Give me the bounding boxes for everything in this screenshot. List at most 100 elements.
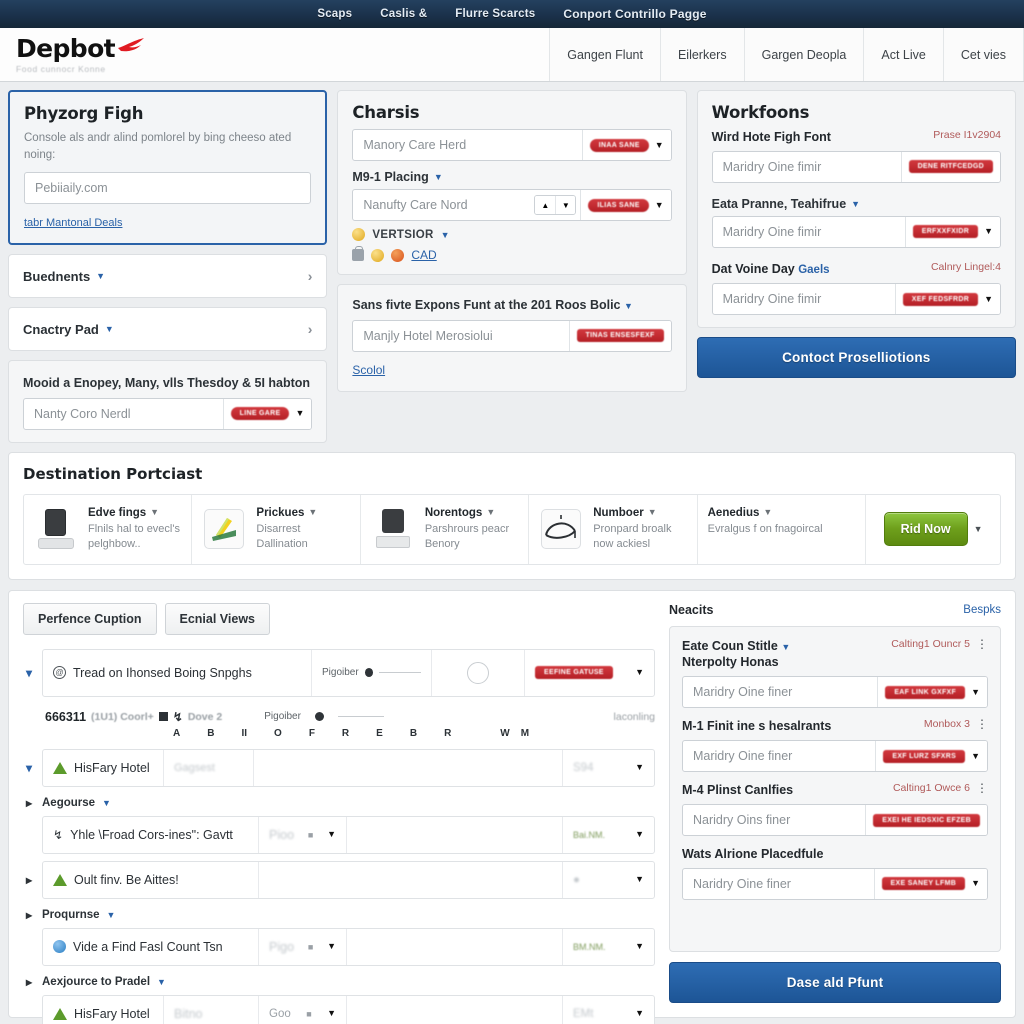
chevron-right-icon[interactable]: ▸ xyxy=(23,873,35,887)
chevron-down-icon[interactable]: ▼ xyxy=(781,642,790,652)
chevron-down-icon[interactable]: ▼ xyxy=(635,875,644,884)
chevron-down-icon[interactable]: ▼ xyxy=(157,977,166,987)
results-g1-input[interactable] xyxy=(683,677,878,708)
chevron-right-icon[interactable]: ▸ xyxy=(23,975,35,989)
nav-tab-act-live[interactable]: Act Live xyxy=(863,28,943,81)
sidebar-item-buednents[interactable]: Buednents ▼ › xyxy=(8,254,328,299)
chevron-down-icon[interactable]: ▼ xyxy=(971,751,980,761)
chevron-down-icon[interactable]: ▼ xyxy=(635,830,644,839)
chevron-down-icon[interactable]: ▼ xyxy=(434,172,443,182)
charsis-stepper[interactable]: ▲ ▼ xyxy=(534,195,577,215)
utility-link-caslis[interactable]: Caslis & xyxy=(380,8,427,20)
expons-funt-link[interactable]: Scolol xyxy=(352,363,385,377)
workfoons-f3-link[interactable]: Gaels xyxy=(798,264,829,276)
results-g2-addon[interactable]: EXF LURZ SFXRS ▼ xyxy=(875,741,987,772)
chevron-down-icon[interactable]: ▼ xyxy=(974,524,983,534)
workfoons-f1-input[interactable] xyxy=(712,151,901,182)
workfoons-f2-wrap[interactable]: ERFXXFXIDR ▼ xyxy=(711,215,1001,248)
phyzorg-more-link[interactable]: tabr Mantonal Deals xyxy=(24,217,122,229)
charsis-field1-input[interactable] xyxy=(353,130,582,160)
chevron-down-icon[interactable]: ▾ xyxy=(23,761,35,775)
contoct-proselliotions-button[interactable]: Contoct Proselliotions xyxy=(696,337,1016,379)
expons-funt-input[interactable] xyxy=(353,320,569,351)
results-g1-input-wrap[interactable]: EAF LINK GXFXF ▼ xyxy=(682,676,988,709)
strip-item-numboer[interactable]: Numboer ▼ Pronpard broalk now ackiesl xyxy=(528,494,696,564)
charsis-field1-wrap[interactable]: INAA SANE ▼ xyxy=(352,129,672,161)
more-options-icon[interactable]: ⋮ xyxy=(976,638,988,650)
cad-link[interactable]: CAD xyxy=(411,248,436,262)
tree-item-spacer-cell[interactable] xyxy=(346,816,562,853)
chevron-down-icon[interactable]: ▼ xyxy=(624,301,633,311)
chevron-down-icon[interactable]: ▼ xyxy=(763,508,772,517)
tree-item-spacer-cell[interactable] xyxy=(346,995,562,1024)
results-g1-addon[interactable]: EAF LINK GXFXF ▼ xyxy=(877,677,987,708)
tree-group-aegourse[interactable]: ▸ Aegourse ▼ xyxy=(23,796,655,810)
tree-group-aexjource[interactable]: ▸ Aexjource to Pradel ▼ xyxy=(23,975,655,989)
chevron-down-icon[interactable]: ▼ xyxy=(971,879,980,888)
chevron-down-icon[interactable]: ▼ xyxy=(327,830,336,839)
toggle-knob-icon[interactable] xyxy=(467,661,489,684)
tree-item-oult-finv[interactable]: Oult finv. Be Aittes! ● ▼ xyxy=(42,860,655,899)
results-g4-input[interactable] xyxy=(683,868,874,899)
chevron-down-icon[interactable]: ▼ xyxy=(971,687,980,697)
chevron-down-icon[interactable]: ▼ xyxy=(635,1009,644,1018)
results-g3-input[interactable] xyxy=(683,805,866,836)
strip-item-prickues[interactable]: Prickues ▼ Disarrest Dallination xyxy=(191,494,359,564)
tree-item-cell[interactable]: Goo ■ ▼ xyxy=(258,995,346,1024)
chevron-down-icon[interactable]: ▼ xyxy=(308,508,317,517)
tree-item-select-cell[interactable]: EMt ▼ xyxy=(562,995,654,1024)
chevron-down-icon[interactable]: ▾ xyxy=(23,666,35,680)
tree-item-spacer-cell[interactable] xyxy=(258,861,562,898)
chevron-down-icon[interactable]: ▼ xyxy=(648,508,657,517)
chevron-down-icon[interactable]: ▼ xyxy=(102,798,111,808)
strip-item-norentogs[interactable]: Norentogs ▼ Parshrours peacr Benory xyxy=(359,494,528,564)
more-options-icon[interactable]: ⋮ xyxy=(976,782,988,794)
tab-ecnial-views[interactable]: Ecnial Views xyxy=(164,602,271,635)
chevron-down-icon[interactable]: ▼ xyxy=(635,763,644,772)
workfoons-f2-input[interactable] xyxy=(712,216,905,247)
tree-item-select-cell[interactable]: Bai.NM. ▼ xyxy=(562,816,654,853)
utility-link-flurre-scarcts[interactable]: Flurre Scarcts xyxy=(455,8,535,20)
more-options-icon[interactable]: ⋮ xyxy=(976,718,988,730)
chevron-down-icon[interactable]: ▼ xyxy=(327,942,336,951)
tree-item-spacer-cell[interactable] xyxy=(253,749,562,786)
tree-item-status-cell[interactable]: EEFINE GATUSE ▼ xyxy=(524,649,654,696)
nav-tab-eilerkers[interactable]: Eilerkers xyxy=(659,28,744,81)
workfoons-f3-addon[interactable]: XEF FEDSFRDR ▼ xyxy=(894,284,1000,315)
phyzorg-domain-input-wrap[interactable] xyxy=(24,172,312,205)
results-link[interactable]: Bespks xyxy=(963,604,1001,616)
nav-tab-cet-vies[interactable]: Cet vies xyxy=(942,28,1024,81)
tree-item-froad-corsines[interactable]: ↯ Yhle \Froad Cors-ines": Gavtt Pioo ■ ▼… xyxy=(42,815,655,854)
chevron-down-icon[interactable]: ▼ xyxy=(635,668,644,677)
chevron-down-icon[interactable]: ▼ xyxy=(327,1009,336,1018)
nav-tab-gangen-flunt[interactable]: Gangen Flunt xyxy=(549,28,660,81)
tree-item-vide-a-find[interactable]: Vide a Find Fasl Count Tsn Pigo ■ ▼ BM.N… xyxy=(42,927,655,966)
chevron-down-icon[interactable]: ▼ xyxy=(486,508,495,517)
chevron-down-icon[interactable]: ▼ xyxy=(984,294,993,304)
chevron-right-icon[interactable]: ▸ xyxy=(23,908,35,922)
workfoons-f2-addon[interactable]: ERFXXFXIDR ▼ xyxy=(904,216,1000,247)
results-g2-input-wrap[interactable]: EXF LURZ SFXRS ▼ xyxy=(682,740,988,773)
dase-ald-pfunt-button[interactable]: Dase ald Pfunt xyxy=(669,961,1001,1003)
stepper-up-icon[interactable]: ▲ xyxy=(535,196,556,214)
tab-perfence-cuption[interactable]: Perfence Cuption xyxy=(23,602,157,635)
strip-item-aenedius[interactable]: Aenedius ▼ Evralgus f on fnagoircal xyxy=(696,494,865,564)
chevron-down-icon[interactable]: ▼ xyxy=(984,227,993,236)
note-input-wrap[interactable]: LINE GARE ▼ xyxy=(23,397,313,430)
tree-item-hisfary-hotel-2[interactable]: HisFary Hotel Bitno Goo ■ ▼ EMt ▼ xyxy=(42,994,655,1024)
tree-item-select-cell[interactable]: ● ▼ xyxy=(562,861,654,898)
tree-item-spacer-cell[interactable] xyxy=(346,928,562,965)
chevron-down-icon[interactable]: ▼ xyxy=(441,230,450,240)
expons-funt-input-wrap[interactable]: TINAS ENSESFEXF xyxy=(352,319,672,352)
charsis-field2-wrap[interactable]: ▲ ▼ ILIAS SANE ▼ xyxy=(352,189,672,221)
nav-tab-gargen-deopla[interactable]: Gargen Deopla xyxy=(743,28,864,81)
tree-group-proqurnse[interactable]: ▸ Proqurnse ▼ xyxy=(23,908,655,922)
note-input[interactable] xyxy=(24,398,223,429)
results-g4-input-wrap[interactable]: EXE SANEY LFMB ▼ xyxy=(682,867,988,900)
charsis-field2-addon[interactable]: ILIAS SANE ▼ xyxy=(580,190,671,220)
chevron-right-icon[interactable]: ▸ xyxy=(23,796,35,810)
utility-link-scaps[interactable]: Scaps xyxy=(317,8,352,20)
rid-now-button[interactable]: Rid Now xyxy=(883,512,968,547)
charsis-field1-addon[interactable]: INAA SANE ▼ xyxy=(581,130,671,160)
stepper-down-icon[interactable]: ▼ xyxy=(555,196,576,214)
